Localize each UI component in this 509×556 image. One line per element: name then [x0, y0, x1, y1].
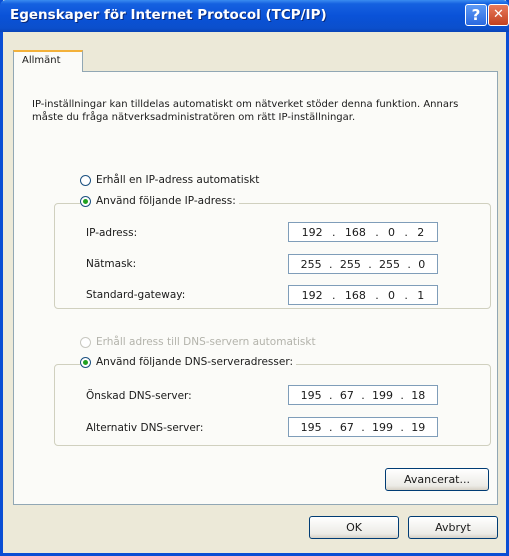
ip-octet: 255 [339, 257, 361, 271]
ip-address-label: IP-adress: [86, 227, 138, 239]
ip-octet: 195 [300, 420, 322, 434]
ip-octet: 0 [418, 257, 426, 271]
radio-ip-auto-indicator[interactable] [80, 174, 91, 186]
gateway-input[interactable]: 192. 168. 0. 1 [288, 285, 438, 305]
ip-octet: 2 [417, 225, 425, 239]
radio-dns-manual-label: Använd följande DNS-serveradresser: [96, 356, 293, 368]
ip-octet: 0 [388, 288, 396, 302]
title-bar[interactable]: Egenskaper för Internet Protocol (TCP/IP… [0, 0, 509, 32]
alternate-dns-label: Alternativ DNS-server: [86, 422, 204, 434]
radio-ip-auto-label: Erhåll en IP-adress automatiskt [96, 174, 260, 186]
ip-octet: 199 [372, 420, 394, 434]
subnet-mask-label: Nätmask: [86, 258, 137, 270]
preferred-dns-label: Önskad DNS-server: [86, 390, 192, 402]
ip-octet: 0 [388, 225, 396, 239]
close-button[interactable]: ✕ [488, 4, 509, 26]
ip-octet: 19 [411, 420, 426, 434]
ip-octet: 168 [344, 288, 366, 302]
advanced-button[interactable]: Avancerat... [385, 468, 489, 491]
subnet-mask-input[interactable]: 255. 255. 255. 0 [288, 254, 438, 274]
help-icon: ? [471, 6, 481, 24]
ip-octet: 18 [411, 388, 426, 402]
close-icon: ✕ [493, 7, 504, 22]
ip-octet: 195 [300, 388, 322, 402]
help-button[interactable]: ? [465, 4, 487, 26]
ip-octet: 67 [339, 388, 354, 402]
description-text: IP-inställningar kan tilldelas automatis… [32, 99, 459, 123]
preferred-dns-input[interactable]: 195. 67. 199. 18 [288, 385, 438, 405]
radio-dns-auto-indicator[interactable] [80, 336, 91, 348]
radio-dns-auto[interactable]: Erhåll adress till DNS-servern automatis… [80, 336, 316, 348]
radio-dns-auto-label: Erhåll adress till DNS-servern automatis… [96, 336, 316, 348]
window-title: Egenskaper för Internet Protocol (TCP/IP… [10, 7, 327, 23]
radio-ip-manual[interactable]: Använd följande IP-adress: [80, 195, 239, 207]
ip-octet: 255 [300, 257, 322, 271]
ip-octet: 67 [339, 420, 354, 434]
alternate-dns-input[interactable]: 195. 67. 199. 19 [288, 417, 438, 437]
dialog-window: Egenskaper för Internet Protocol (TCP/IP… [0, 0, 509, 556]
ok-button[interactable]: OK [309, 516, 399, 539]
ip-address-input[interactable]: 192. 168. 0. 2 [288, 222, 438, 242]
radio-dns-manual[interactable]: Använd följande DNS-serveradresser: [80, 356, 296, 368]
ip-octet: 192 [301, 288, 323, 302]
radio-ip-manual-indicator[interactable] [80, 195, 91, 207]
gateway-label: Standard-gateway: [86, 289, 186, 301]
radio-dns-manual-indicator[interactable] [80, 356, 91, 368]
ip-octet: 192 [301, 225, 323, 239]
ip-octet: 168 [344, 225, 366, 239]
radio-ip-manual-label: Använd följande IP-adress: [96, 195, 236, 207]
ip-octet: 1 [417, 288, 425, 302]
tab-panel-general: IP-inställningar kan tilldelas automatis… [13, 71, 498, 505]
cancel-button[interactable]: Avbryt [408, 516, 498, 539]
radio-ip-auto[interactable]: Erhåll en IP-adress automatiskt [80, 174, 259, 186]
ip-octet: 199 [372, 388, 394, 402]
tab-allmant[interactable]: Allmänt [13, 50, 83, 72]
ip-octet: 255 [379, 257, 401, 271]
